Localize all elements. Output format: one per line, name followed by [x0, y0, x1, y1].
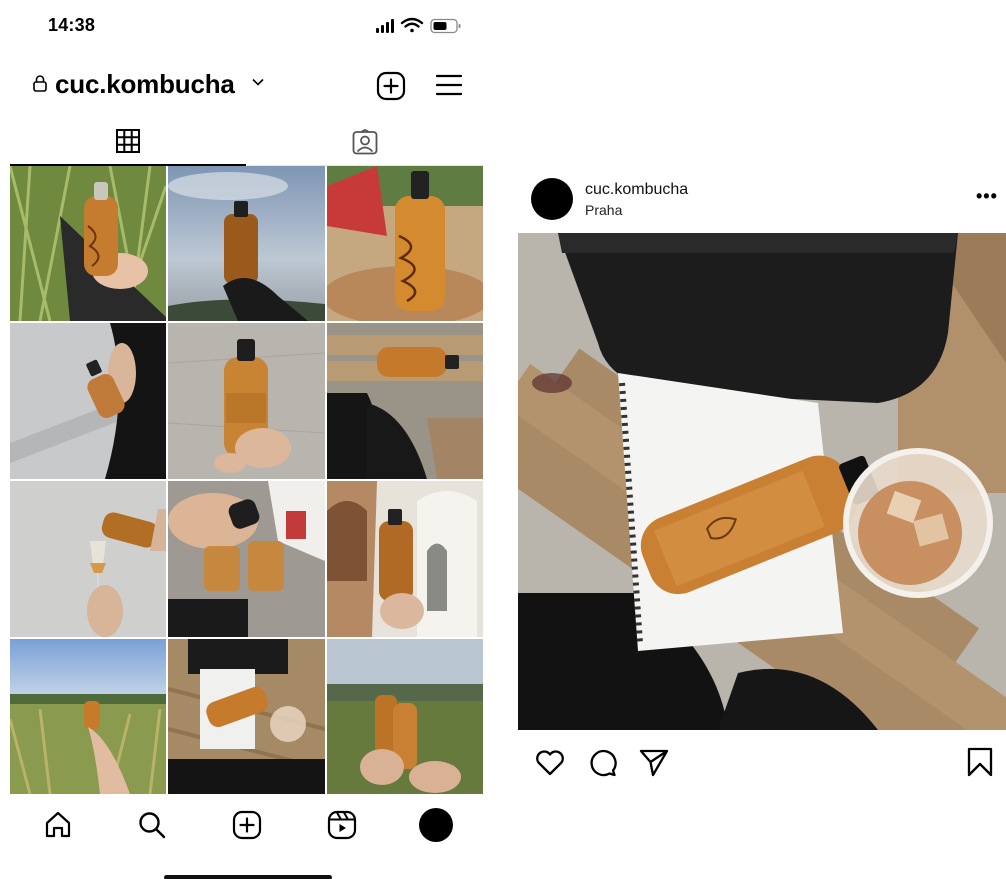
status-time: 14:38 [48, 15, 96, 35]
grid-post-9[interactable] [327, 481, 483, 637]
more-options-icon[interactable]: ••• [976, 186, 998, 207]
grid-post-10[interactable] [10, 639, 166, 794]
nav-search[interactable] [132, 805, 172, 845]
nav-reels[interactable] [322, 805, 362, 845]
profile-screen: 14:38 cuc.kombucha [0, 0, 493, 879]
post-thumbnail [168, 166, 325, 321]
grid-post-6[interactable] [327, 323, 483, 479]
post-view: cuc.kombucha Praha ••• [500, 0, 1006, 879]
chevron-down-icon[interactable] [252, 78, 264, 86]
tab-tagged[interactable] [247, 118, 483, 166]
post-image[interactable] [518, 233, 1006, 730]
profile-username[interactable]: cuc.kombucha [55, 69, 235, 100]
post-avatar[interactable] [531, 178, 573, 220]
nav-home[interactable] [38, 805, 78, 845]
new-post-icon[interactable] [376, 71, 406, 101]
grid-post-3[interactable] [327, 166, 483, 321]
post-thumbnail [327, 481, 483, 637]
bottom-nav [0, 795, 493, 855]
grid-icon [116, 129, 140, 153]
profile-avatar [419, 808, 453, 842]
post-thumbnail [168, 639, 325, 794]
grid-post-4[interactable] [10, 323, 166, 479]
grid-post-1[interactable] [10, 166, 166, 321]
post-thumbnail [10, 323, 166, 479]
post-thumbnail [327, 166, 483, 321]
post-thumbnail [168, 481, 325, 637]
battery-icon [430, 18, 461, 34]
search-icon [139, 812, 166, 839]
tagged-person-icon [352, 128, 378, 154]
grid-post-2[interactable] [168, 166, 325, 321]
grid-post-12[interactable] [327, 639, 483, 794]
post-header: cuc.kombucha Praha ••• [500, 176, 1006, 226]
status-bar: 14:38 [0, 0, 493, 50]
post-thumbnail [10, 639, 166, 794]
post-thumbnail [10, 481, 166, 637]
post-thumbnail [327, 323, 483, 479]
grid-post-7[interactable] [10, 481, 166, 637]
grid-post-5[interactable] [168, 323, 325, 479]
grid-post-8[interactable] [168, 481, 325, 637]
post-location[interactable]: Praha [585, 202, 622, 218]
comment-icon[interactable] [586, 746, 618, 778]
nav-create[interactable] [227, 805, 267, 845]
post-actions [500, 740, 1006, 784]
grid-post-11[interactable] [168, 639, 325, 794]
post-photo [518, 233, 1006, 730]
tab-posts-grid[interactable] [10, 118, 246, 166]
reels-icon [327, 810, 357, 840]
post-thumbnail [168, 323, 325, 479]
status-icons [376, 17, 461, 34]
save-icon[interactable] [964, 746, 996, 778]
like-icon[interactable] [534, 746, 566, 778]
posts-grid [10, 166, 483, 794]
post-thumbnail [327, 639, 483, 794]
profile-tabs [10, 118, 483, 166]
nav-profile[interactable] [416, 805, 456, 845]
home-icon [45, 811, 71, 838]
share-icon[interactable] [638, 746, 670, 778]
post-username[interactable]: cuc.kombucha [585, 181, 688, 199]
post-thumbnail [10, 166, 166, 321]
create-icon [232, 810, 262, 840]
home-indicator [164, 875, 332, 879]
lock-icon [33, 75, 47, 92]
profile-header: cuc.kombucha [0, 64, 493, 108]
signal-icon [376, 19, 394, 33]
menu-icon[interactable] [436, 72, 462, 98]
wifi-icon [400, 17, 424, 33]
